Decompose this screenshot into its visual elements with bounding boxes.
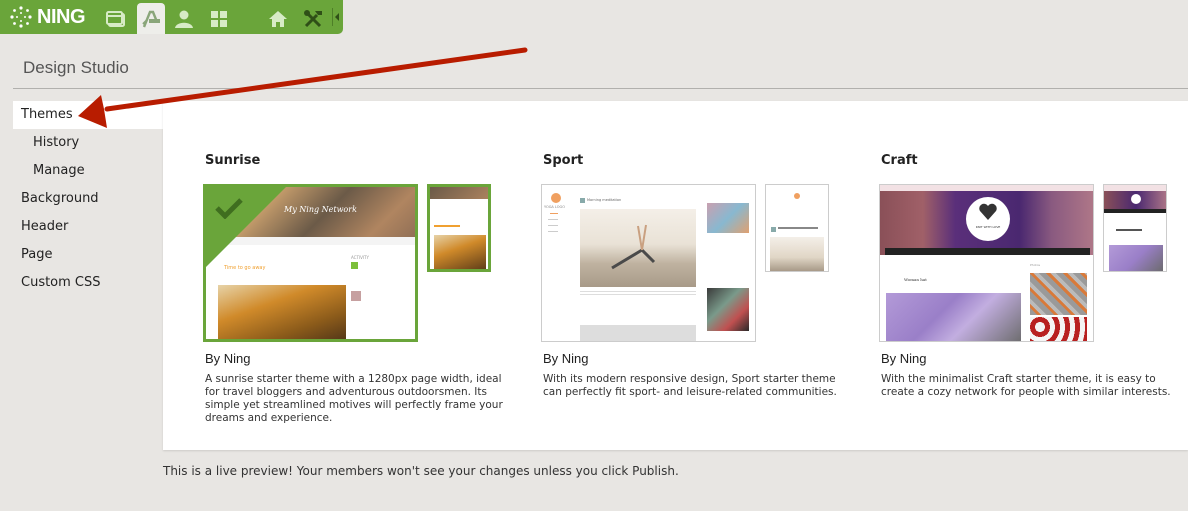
preview-site-title: KNIT WITH LOVE (975, 225, 1001, 229)
sidebar-item-header[interactable]: Header (13, 213, 163, 241)
preview-avatar (580, 198, 585, 203)
tools-icon (304, 10, 322, 28)
mobile-header-image (430, 187, 488, 199)
ning-logo[interactable]: NING (8, 5, 86, 28)
sidebar-item-themes[interactable]: Themes (13, 101, 163, 129)
checkmark-icon (215, 198, 243, 219)
header-divider (13, 88, 1188, 89)
preview-site-title: YOGA LOGO (544, 205, 565, 209)
mobile-post-title (1116, 229, 1142, 231)
preview-photo-sheep (1030, 317, 1087, 341)
theme-name: Craft (881, 153, 918, 168)
theme-author: By Ning (881, 351, 927, 366)
tools-button[interactable] (300, 4, 328, 34)
themes-panel: Sunrise My Ning Network Time to go away … (163, 101, 1188, 450)
sidebar-item-manage[interactable]: Manage (13, 157, 163, 185)
preview-sidebar-title: Photos (1030, 263, 1041, 267)
preview-activity-thumb (351, 291, 361, 301)
logo-text: NING (37, 5, 86, 28)
preview-nav-line (548, 219, 558, 220)
mobile-post-image (770, 237, 824, 271)
ning-logo-icon (10, 6, 32, 28)
preview-text-line (580, 294, 696, 295)
top-navigation-bar: NING (0, 0, 343, 34)
mobile-logo-icon (794, 193, 800, 199)
home-button[interactable] (264, 4, 292, 34)
sidebar-item-background[interactable]: Background (13, 185, 163, 213)
theme-mobile-preview[interactable] (765, 184, 829, 272)
design-studio-tab[interactable] (137, 3, 165, 34)
theme-desktop-preview[interactable]: YOGA LOGO Morning meditation (541, 184, 756, 342)
preview-yoga-logo-icon (551, 193, 561, 203)
sidebar-item-custom-css[interactable]: Custom CSS (13, 269, 163, 297)
theme-name: Sport (543, 153, 584, 168)
theme-mobile-preview[interactable] (427, 184, 491, 272)
mobile-post-title (434, 225, 460, 227)
preview-text-line (580, 291, 696, 292)
mobile-post-title (778, 227, 818, 229)
preview-nav-bar (885, 248, 1090, 255)
apps-icon (211, 11, 227, 27)
preview-photo-grid (707, 203, 749, 233)
design-studio-icon (142, 10, 160, 27)
apps-button[interactable] (205, 4, 233, 34)
topbar-divider (332, 8, 333, 26)
theme-desktop-preview[interactable]: KNIT WITH LOVE Woman hat Photos (879, 184, 1094, 342)
preview-photo-foxes (1030, 273, 1087, 315)
page-title: Design Studio (23, 58, 129, 77)
pages-button[interactable] (102, 4, 130, 34)
live-preview-notice: This is a live preview! Your members won… (163, 464, 679, 478)
theme-author: By Ning (205, 351, 251, 366)
preview-post-image (218, 285, 346, 339)
preview-yoga-figure-icon (611, 224, 656, 270)
theme-name: Sunrise (205, 153, 261, 168)
preview-post-title: Woman hat (904, 277, 927, 282)
theme-description: With the minimalist Craft starter theme,… (881, 373, 1171, 398)
preview-ning-badge (351, 262, 358, 269)
preview-heart-icon (979, 203, 997, 220)
pages-icon (106, 11, 125, 27)
mobile-post-image (434, 235, 486, 269)
mobile-logo-circle (1131, 194, 1141, 204)
preview-video-grid (707, 288, 749, 331)
members-button[interactable] (170, 4, 198, 34)
theme-description: A sunrise starter theme with a 1280px pa… (205, 373, 503, 424)
preview-post-title: Morning meditation (587, 198, 622, 202)
preview-nav-line (548, 231, 558, 232)
preview-sidebar-title: ACTIVITY (351, 255, 369, 260)
theme-mobile-preview[interactable] (1103, 184, 1167, 272)
mobile-avatar (771, 227, 776, 232)
sidebar-item-page[interactable]: Page (13, 241, 163, 269)
mobile-nav-bar (1104, 209, 1166, 213)
theme-author: By Ning (543, 351, 589, 366)
preview-post-image (886, 293, 1021, 341)
preview-site-title: My Ning Network (284, 205, 357, 214)
preview-nav-line (548, 225, 558, 226)
theme-desktop-preview[interactable]: My Ning Network Time to go away ACTIVITY (203, 184, 418, 342)
members-icon (175, 10, 193, 28)
mobile-post-image (1109, 245, 1163, 271)
theme-description: With its modern responsive design, Sport… (543, 373, 837, 398)
preview-second-image (580, 325, 696, 341)
sidebar-item-history[interactable]: History (13, 129, 163, 157)
preview-nav-line (550, 213, 558, 214)
collapse-toolbar-caret-icon[interactable] (335, 13, 339, 21)
home-icon (269, 11, 287, 27)
